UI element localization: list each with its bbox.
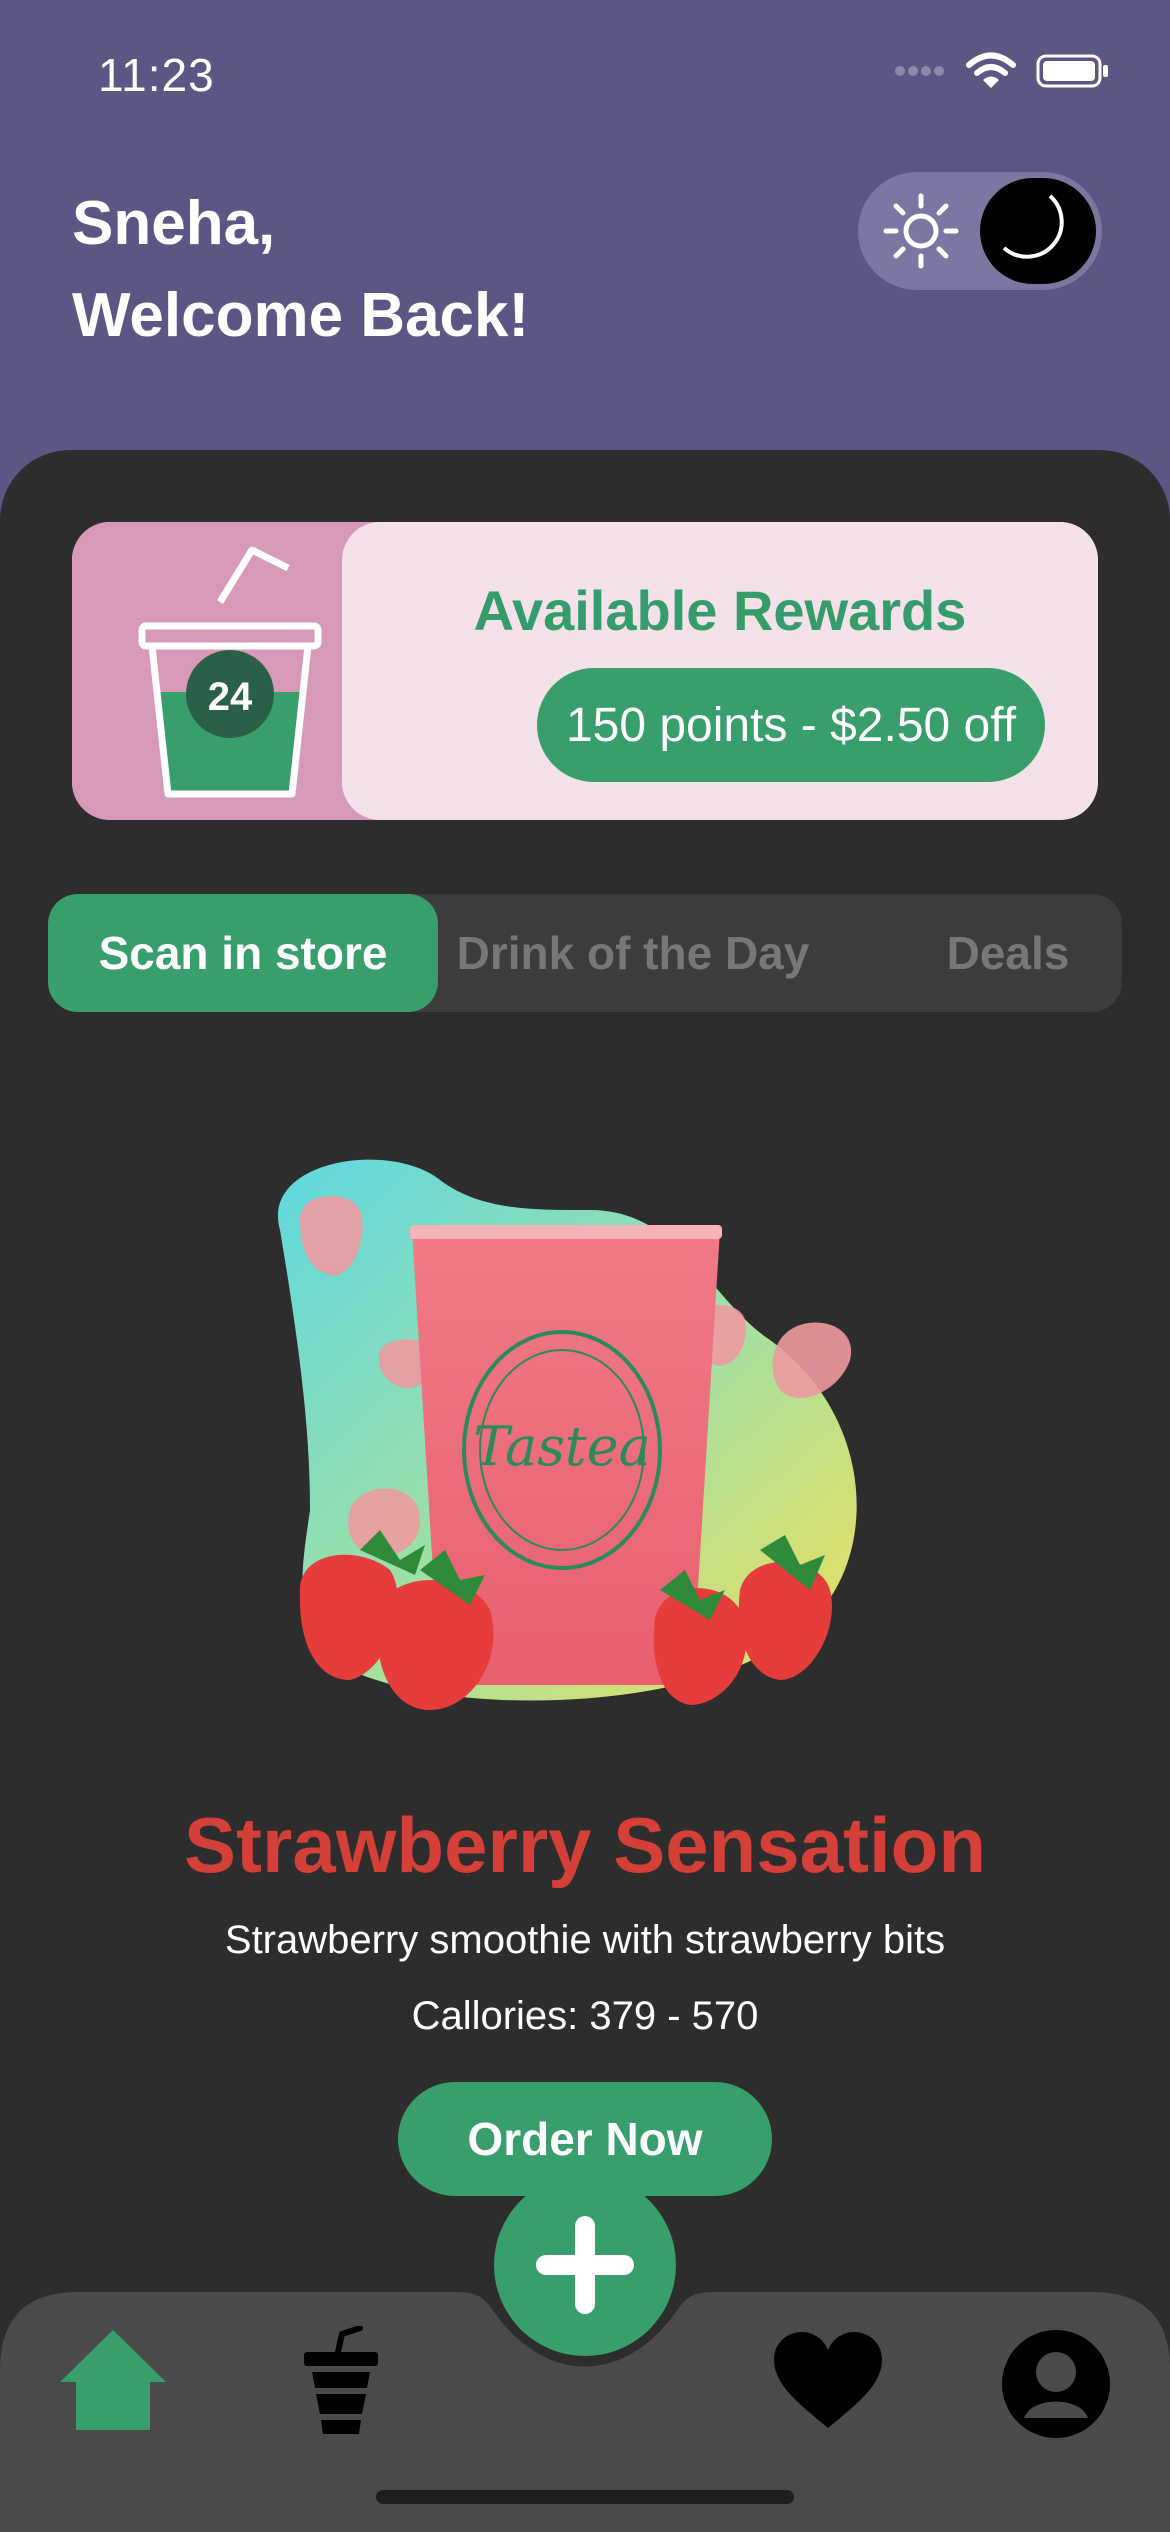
wifi-icon — [966, 52, 1016, 88]
theme-toggle[interactable] — [858, 172, 1102, 290]
home-icon[interactable] — [58, 2322, 168, 2432]
drink-cup-logo: Tastea — [473, 1415, 651, 1478]
sun-icon[interactable] — [880, 190, 962, 272]
drink-image: Tastea — [277, 1159, 857, 1710]
home-indicator — [376, 2490, 794, 2504]
drink-description: Strawberry smoothie with strawberry bits — [224, 1918, 946, 1962]
greeting: Sneha, Welcome Back! — [72, 178, 529, 362]
profile-icon[interactable] — [1000, 2328, 1112, 2440]
heart-icon[interactable] — [772, 2330, 884, 2430]
drink-name: Strawberry Sensation — [184, 1801, 986, 1889]
tab-scan-in-store[interactable]: Scan in store — [48, 894, 438, 1012]
rewards-card[interactable]: 24 Available Rewards 150 points - $2.50 … — [72, 522, 1098, 820]
cellular-signal-icon — [895, 66, 944, 76]
rewards-cup-section: 24 — [72, 522, 382, 820]
plus-icon — [536, 2216, 634, 2314]
rewards-title: Available Rewards — [473, 579, 967, 642]
dark-mode-knob[interactable] — [980, 178, 1096, 284]
drink-cup-icon[interactable] — [298, 2326, 384, 2438]
rewards-count: 24 — [208, 675, 253, 719]
rewards-info: Available Rewards 150 points - $2.50 off — [342, 522, 1098, 820]
status-time: 11:23 — [98, 49, 215, 101]
status-bar: 11:23 — [0, 0, 1170, 140]
moon-icon — [1002, 194, 1064, 259]
tab-drink-of-the-day[interactable]: Drink of the Day — [438, 894, 828, 1012]
rewards-cup-icon: 24 — [138, 546, 322, 798]
rewards-offer-button[interactable]: 150 points - $2.50 off — [537, 668, 1045, 782]
greeting-welcome: Welcome Back! — [72, 281, 530, 350]
add-button[interactable] — [494, 2174, 676, 2356]
greeting-name: Sneha, — [72, 189, 276, 258]
segmented-tabs: Scan in store Drink of the Day Deals — [48, 894, 1122, 1012]
status-icons — [894, 52, 1110, 90]
tab-deals[interactable]: Deals — [908, 894, 1108, 1012]
battery-icon — [1036, 54, 1108, 88]
drink-calories: Callories: 379 - 570 — [411, 1994, 759, 2038]
